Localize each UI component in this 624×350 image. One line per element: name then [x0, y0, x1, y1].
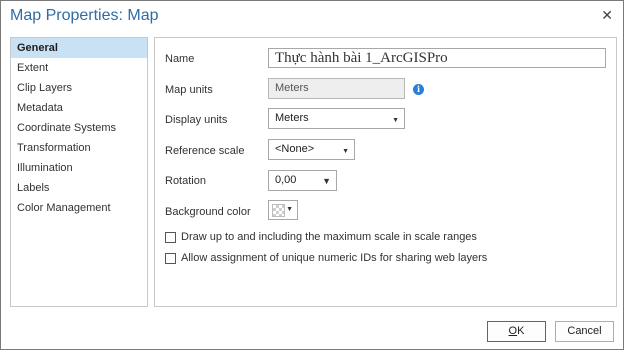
rotation-dropdown[interactable]: 0,00 ▼: [268, 170, 337, 191]
chevron-down-icon: ▼: [392, 117, 399, 124]
nav-item-illumination[interactable]: Illumination: [11, 158, 147, 178]
max-scale-checkbox-label: Draw up to and including the maximum sca…: [181, 231, 477, 243]
reference-scale-label: Reference scale: [165, 145, 245, 157]
nav-item-metadata[interactable]: Metadata: [11, 98, 147, 118]
name-input[interactable]: Thực hành bài 1_ArcGISPro: [268, 48, 606, 68]
close-icon[interactable]: ✕: [601, 7, 613, 23]
reference-scale-dropdown[interactable]: <None> ▼: [268, 139, 355, 160]
cancel-button[interactable]: Cancel: [555, 321, 614, 342]
transparent-swatch-icon: [272, 204, 285, 217]
background-color-label: Background color: [165, 206, 251, 218]
chevron-down-icon: ▼: [322, 176, 331, 186]
nav-item-coordinate-systems[interactable]: Coordinate Systems: [11, 118, 147, 138]
display-units-value: Meters: [275, 112, 309, 124]
ok-label: K: [517, 325, 525, 337]
general-panel: Name Thực hành bài 1_ArcGISPro Map units…: [154, 37, 617, 307]
chevron-down-icon: ▼: [286, 206, 293, 213]
nav-item-color-management[interactable]: Color Management: [11, 198, 147, 218]
info-icon[interactable]: i: [413, 84, 424, 95]
nav-item-general[interactable]: General: [11, 38, 147, 58]
map-units-label: Map units: [165, 84, 213, 96]
name-label: Name: [165, 53, 195, 65]
unique-ids-checkbox-label: Allow assignment of unique numeric IDs f…: [181, 252, 488, 264]
max-scale-checkbox[interactable]: [165, 232, 176, 243]
nav-item-labels[interactable]: Labels: [11, 178, 147, 198]
background-color-picker[interactable]: ▼: [268, 200, 298, 220]
nav-item-clip-layers[interactable]: Clip Layers: [11, 78, 147, 98]
properties-nav: General Extent Clip Layers Metadata Coor…: [10, 37, 148, 307]
display-units-dropdown[interactable]: Meters ▼: [268, 108, 405, 129]
chevron-down-icon: ▼: [342, 148, 349, 155]
rotation-value: 0,00: [275, 174, 297, 186]
map-properties-dialog: Map Properties: Map ✕ General Extent Cli…: [0, 0, 624, 350]
rotation-label: Rotation: [165, 175, 206, 187]
reference-scale-value: <None>: [275, 143, 315, 155]
nav-item-extent[interactable]: Extent: [11, 58, 147, 78]
display-units-label: Display units: [165, 114, 228, 126]
unique-ids-checkbox[interactable]: [165, 253, 176, 264]
ok-button[interactable]: OK: [487, 321, 546, 342]
map-units-field: Meters: [268, 78, 405, 99]
nav-item-transformation[interactable]: Transformation: [11, 138, 147, 158]
dialog-title: Map Properties: Map: [10, 7, 159, 24]
ok-mnemonic: O: [508, 325, 518, 337]
